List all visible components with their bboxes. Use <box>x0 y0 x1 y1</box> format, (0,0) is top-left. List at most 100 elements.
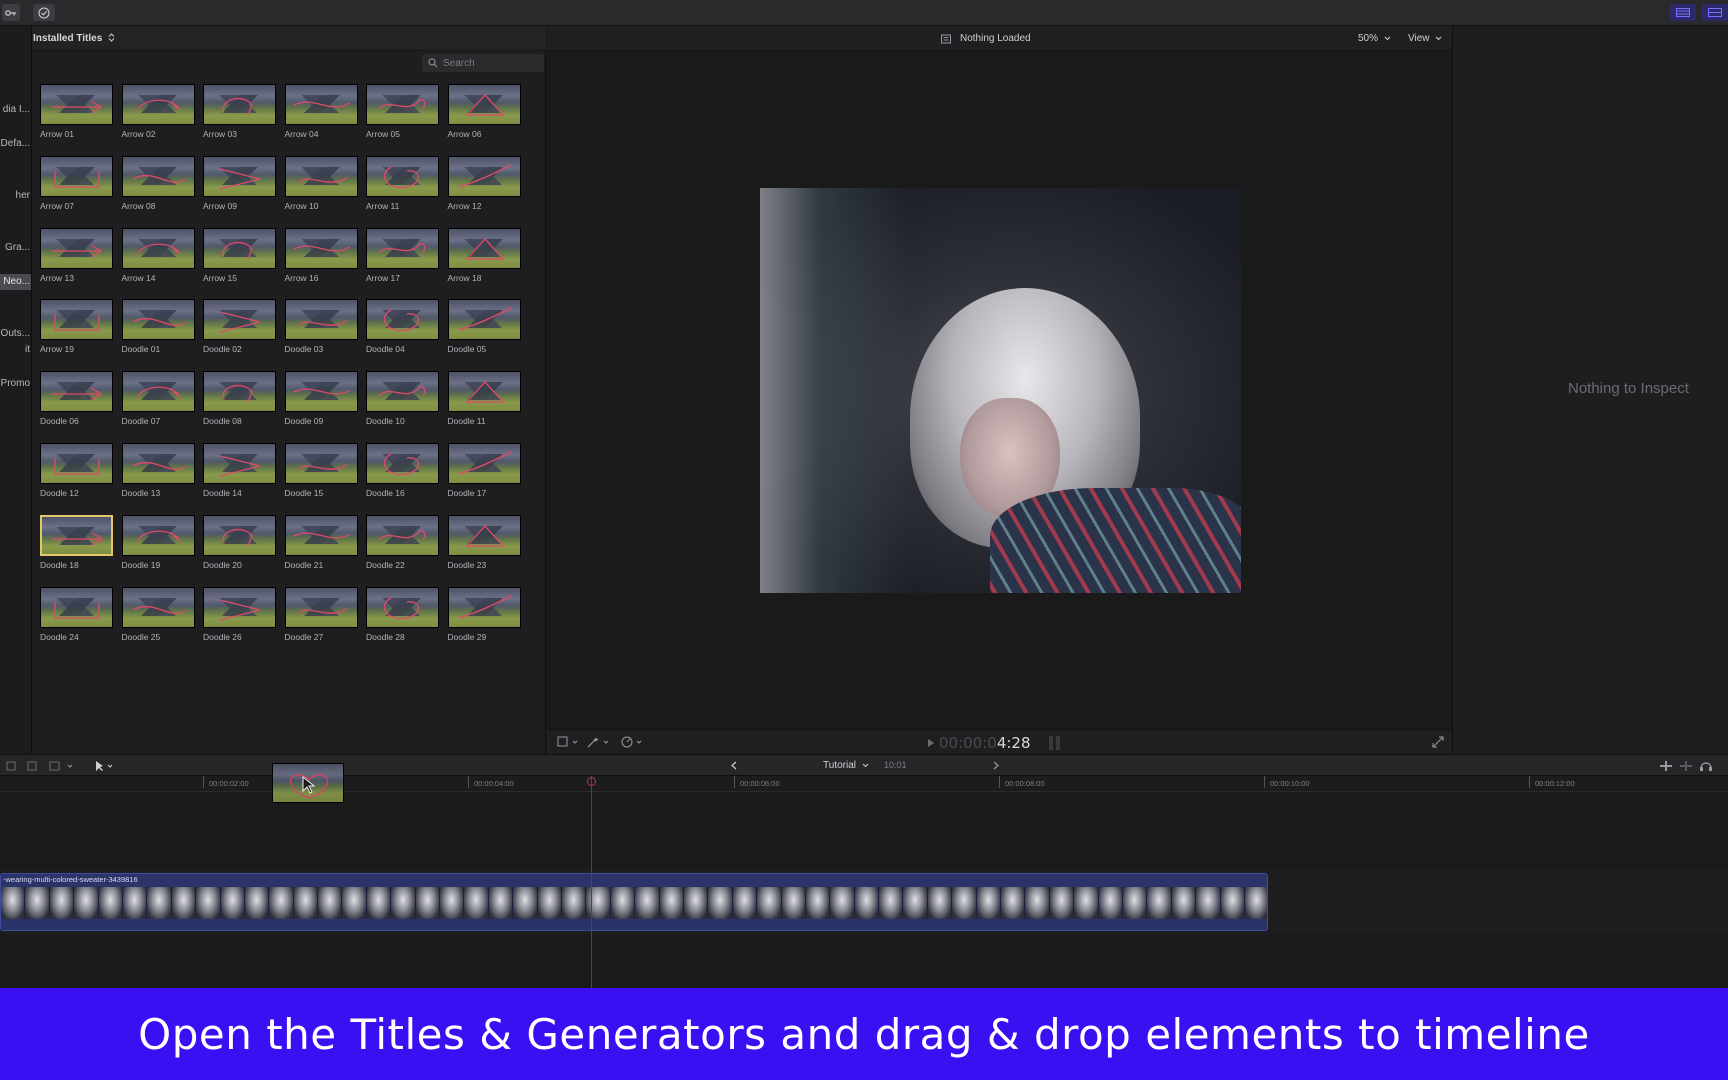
title-thumbnail[interactable]: Doodle 02 <box>203 299 277 357</box>
thumbnail-image <box>203 514 276 556</box>
title-thumbnail[interactable]: Doodle 07 <box>121 371 196 429</box>
thumbnail-label: Arrow 06 <box>447 129 482 139</box>
thumbnail-label: Arrow 07 <box>40 200 75 211</box>
title-thumbnail[interactable]: Arrow 14 <box>121 227 196 286</box>
title-thumbnail[interactable]: Arrow 04 <box>284 84 359 142</box>
title-thumbnail[interactable]: Doodle 16 <box>366 443 440 501</box>
title-thumbnail[interactable]: Arrow 03 <box>203 84 277 142</box>
edit-tools-icon[interactable] <box>6 760 76 772</box>
inspector-empty-text: Nothing to Inspect <box>1568 380 1689 397</box>
doodle-shape-icon <box>458 164 511 188</box>
checkmark-icon[interactable] <box>33 4 55 21</box>
thumbnail-label: Doodle 01 <box>121 344 161 355</box>
browser-title[interactable]: Installed Titles <box>33 33 115 44</box>
title-thumbnail[interactable]: Arrow 05 <box>366 84 440 142</box>
thumbnail-label: Doodle 12 <box>40 488 79 498</box>
cursor-icon <box>302 776 315 794</box>
zoom-menu[interactable]: 50% <box>1358 33 1391 44</box>
transform-icon[interactable] <box>557 736 587 748</box>
title-thumbnail[interactable]: Doodle 03 <box>284 299 359 357</box>
title-thumbnail[interactable]: Arrow 17 <box>366 227 440 286</box>
title-thumbnail[interactable]: Doodle 04 <box>366 299 440 357</box>
sidebar-item[interactable]: Promo <box>0 376 31 392</box>
ruler-label: 00:00:02:00 <box>209 779 249 788</box>
title-thumbnail[interactable]: Arrow 09 <box>203 155 277 214</box>
title-thumbnail[interactable]: Doodle 06 <box>40 371 114 429</box>
thumbnail-image <box>203 586 276 628</box>
title-thumbnail[interactable]: Doodle 05 <box>447 299 522 357</box>
magic-wand-icon[interactable] <box>587 736 617 748</box>
title-thumbnail[interactable]: Doodle 20 <box>203 514 277 573</box>
title-thumbnail[interactable]: Doodle 21 <box>284 514 359 573</box>
doodle-shape-icon <box>132 318 185 327</box>
video-clip[interactable]: -wearing-multi-colored-sweater-3439816 <box>0 873 1268 931</box>
title-thumbnail[interactable]: Arrow 11 <box>366 155 440 214</box>
title-thumbnail[interactable]: Doodle 13 <box>121 443 196 501</box>
zoom-level: 50% <box>1358 33 1379 44</box>
filmstrip-frame <box>561 887 587 919</box>
title-thumbnail[interactable]: Doodle 09 <box>284 371 359 429</box>
dragged-title-thumbnail[interactable] <box>272 763 344 803</box>
filmstrip-frame <box>830 887 855 919</box>
playhead-handle[interactable] <box>587 777 596 786</box>
title-thumbnail[interactable]: Doodle 10 <box>366 371 440 429</box>
title-thumbnail[interactable]: Arrow 08 <box>121 155 196 214</box>
title-thumbnail[interactable]: Doodle 11 <box>447 371 522 429</box>
title-thumbnail[interactable]: Doodle 08 <box>203 371 277 429</box>
title-thumbnail[interactable]: Arrow 06 <box>447 84 522 142</box>
sidebar-item[interactable]: Defa... <box>0 136 31 152</box>
title-thumbnail[interactable]: Doodle 24 <box>40 586 114 645</box>
project-name: Tutorial <box>823 760 856 771</box>
title-thumbnail[interactable]: Doodle 26 <box>203 586 277 645</box>
title-thumbnail[interactable]: Doodle 01 <box>121 299 196 357</box>
view-menu[interactable]: View <box>1408 33 1442 44</box>
title-thumbnail[interactable]: Doodle 27 <box>284 586 359 645</box>
sidebar-item[interactable]: Gra... <box>0 240 31 256</box>
title-thumbnail[interactable]: Doodle 28 <box>366 586 440 645</box>
browser-toggle-icon[interactable] <box>1670 4 1696 21</box>
title-thumbnail[interactable]: Doodle 23 <box>447 514 522 573</box>
title-thumbnail[interactable]: Arrow 15 <box>203 227 277 286</box>
thumbnail-label: Arrow 12 <box>447 200 482 211</box>
title-thumbnail[interactable]: Doodle 17 <box>447 443 522 501</box>
speedometer-icon[interactable] <box>621 736 651 748</box>
fullscreen-icon[interactable] <box>1432 736 1444 748</box>
timeline-area[interactable]: -wearing-multi-colored-sweater-3439816 <box>0 792 1728 988</box>
title-thumbnail[interactable]: Arrow 13 <box>40 227 114 286</box>
timeline-ruler[interactable]: 00:00:02:00 00:00:04:00 00:00:06:00 00:0… <box>0 776 1728 792</box>
sidebar-item-selected[interactable]: Neo... <box>0 274 31 290</box>
title-thumbnail[interactable]: Doodle 29 <box>447 586 522 645</box>
title-thumbnail[interactable]: Arrow 19 <box>40 299 114 357</box>
doodle-shape-icon <box>219 311 261 334</box>
title-thumbnail[interactable]: Doodle 22 <box>366 514 440 573</box>
title-thumbnail[interactable]: Doodle 15 <box>284 443 359 501</box>
skimming-audio-icons[interactable] <box>1660 760 1720 772</box>
chevron-right-icon[interactable] <box>993 761 1000 770</box>
timeline-toggle-icon[interactable] <box>1702 4 1728 21</box>
title-thumbnail[interactable]: Doodle 18 <box>40 514 114 573</box>
title-thumbnail[interactable]: Doodle 14 <box>203 443 277 501</box>
title-thumbnail[interactable]: Arrow 02 <box>121 84 196 142</box>
doodle-shape-icon <box>297 607 348 615</box>
chevron-left-icon[interactable] <box>730 761 737 770</box>
title-thumbnail[interactable]: Arrow 07 <box>40 155 114 214</box>
search-input[interactable]: Search <box>422 54 544 72</box>
clip-icon <box>941 34 951 43</box>
title-thumbnail[interactable]: Doodle 19 <box>121 514 196 573</box>
project-menu[interactable]: Tutorial <box>823 760 869 771</box>
play-icon[interactable] <box>927 738 935 748</box>
sidebar-item[interactable]: Outs... <box>0 326 31 342</box>
sidebar-item[interactable]: dia I... <box>0 102 31 118</box>
playhead[interactable] <box>591 776 592 988</box>
title-thumbnail[interactable]: Arrow 16 <box>284 227 359 286</box>
sidebar-item[interactable]: her <box>0 188 31 204</box>
title-thumbnail[interactable]: Doodle 12 <box>40 443 114 501</box>
title-thumbnail[interactable]: Arrow 12 <box>447 155 522 214</box>
key-icon[interactable] <box>2 4 20 21</box>
sidebar-item[interactable]: it <box>0 342 31 358</box>
title-thumbnail[interactable]: Arrow 01 <box>40 84 114 142</box>
arrow-tool-icon[interactable] <box>94 760 116 772</box>
title-thumbnail[interactable]: Arrow 18 <box>447 227 522 286</box>
title-thumbnail[interactable]: Doodle 25 <box>121 586 196 645</box>
title-thumbnail[interactable]: Arrow 10 <box>284 155 359 214</box>
